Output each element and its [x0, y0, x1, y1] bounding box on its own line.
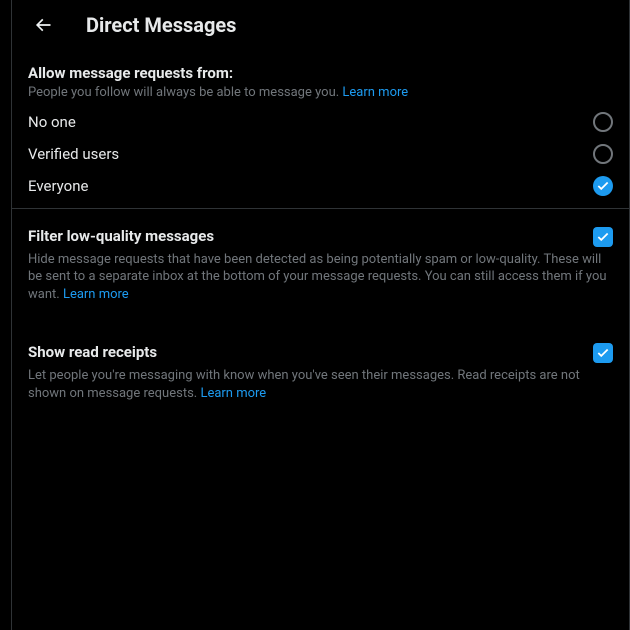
arrow-left-icon [33, 15, 53, 35]
allow-requests-section: Allow message requests from: People you … [12, 52, 629, 106]
check-icon [596, 346, 610, 360]
filter-low-quality-desc-block: Hide message requests that have been det… [12, 251, 629, 316]
option-no-one[interactable]: No one [12, 106, 629, 138]
radio-no-one[interactable] [593, 112, 613, 132]
divider [12, 208, 629, 209]
radio-verified[interactable] [593, 144, 613, 164]
allow-requests-subtext: People you follow will always be able to… [28, 84, 613, 102]
page-title: Direct Messages [86, 13, 236, 37]
allow-requests-desc: People you follow will always be able to… [28, 85, 342, 100]
header: Direct Messages [12, 0, 629, 52]
read-receipts-desc-block: Let people you're messaging with know wh… [12, 367, 629, 414]
option-label: No one [28, 113, 76, 131]
settings-panel: Direct Messages Allow message requests f… [11, 0, 630, 630]
option-everyone[interactable]: Everyone [12, 170, 629, 202]
check-icon [596, 230, 610, 244]
allow-requests-title: Allow message requests from: [28, 64, 613, 82]
spacer [12, 315, 629, 331]
read-receipts-row: Show read receipts [12, 331, 629, 367]
filter-learn-more-link[interactable]: Learn more [63, 287, 129, 302]
filter-low-quality-checkbox[interactable] [593, 227, 613, 247]
read-receipts-desc: Let people you're messaging with know wh… [28, 368, 580, 401]
filter-low-quality-title: Filter low-quality messages [28, 227, 214, 245]
check-icon [596, 179, 610, 193]
allow-requests-learn-more-link[interactable]: Learn more [342, 85, 408, 100]
option-verified[interactable]: Verified users [12, 138, 629, 170]
radio-everyone[interactable] [593, 176, 613, 196]
read-receipts-learn-more-link[interactable]: Learn more [200, 386, 266, 401]
option-label: Everyone [28, 177, 88, 195]
filter-low-quality-row: Filter low-quality messages [12, 215, 629, 251]
back-button[interactable] [26, 8, 60, 42]
read-receipts-checkbox[interactable] [593, 343, 613, 363]
option-label: Verified users [28, 145, 119, 163]
read-receipts-title: Show read receipts [28, 343, 157, 361]
